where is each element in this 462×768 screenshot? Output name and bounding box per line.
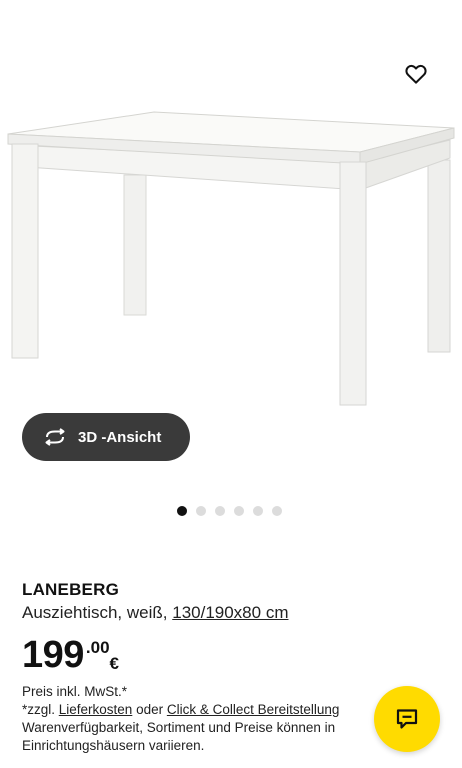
gallery-pagination xyxy=(177,506,282,516)
product-name: LANEBERG xyxy=(22,580,119,599)
price-integer: 199 xyxy=(22,634,84,676)
pagination-dot[interactable] xyxy=(177,506,187,516)
view-3d-button[interactable]: 3D -Ansicht xyxy=(22,413,190,461)
pagination-dot[interactable] xyxy=(234,506,244,516)
pagination-dot[interactable] xyxy=(215,506,225,516)
product-image xyxy=(7,111,455,406)
product-description-text: Ausziehtisch, weiß, xyxy=(22,603,173,622)
pagination-dot[interactable] xyxy=(253,506,263,516)
dimensions-link[interactable]: 130/190x80 cm xyxy=(172,603,288,622)
price-decimal: .00 xyxy=(85,638,110,657)
delivery-costs-link[interactable]: Lieferkosten xyxy=(59,702,133,717)
heart-icon xyxy=(405,64,427,84)
delivery-prefix: *zzgl. xyxy=(22,702,59,717)
pagination-dot[interactable] xyxy=(196,506,206,516)
view-3d-label: 3D -Ansicht xyxy=(78,428,162,446)
product-description: Ausziehtisch, weiß, 130/190x80 cm xyxy=(22,603,288,623)
delivery-middle: oder xyxy=(132,702,167,717)
chat-icon xyxy=(396,709,418,729)
pagination-dot[interactable] xyxy=(272,506,282,516)
price-currency: € xyxy=(109,654,120,673)
favorite-button[interactable] xyxy=(398,58,434,90)
chat-button[interactable] xyxy=(374,686,440,752)
product-image-area: 3D -Ansicht xyxy=(0,0,462,516)
click-collect-link[interactable]: Click & Collect Bereitstellung xyxy=(167,702,340,717)
product-price: 199 .00 € xyxy=(22,633,119,677)
rotate-3d-icon xyxy=(42,427,68,447)
